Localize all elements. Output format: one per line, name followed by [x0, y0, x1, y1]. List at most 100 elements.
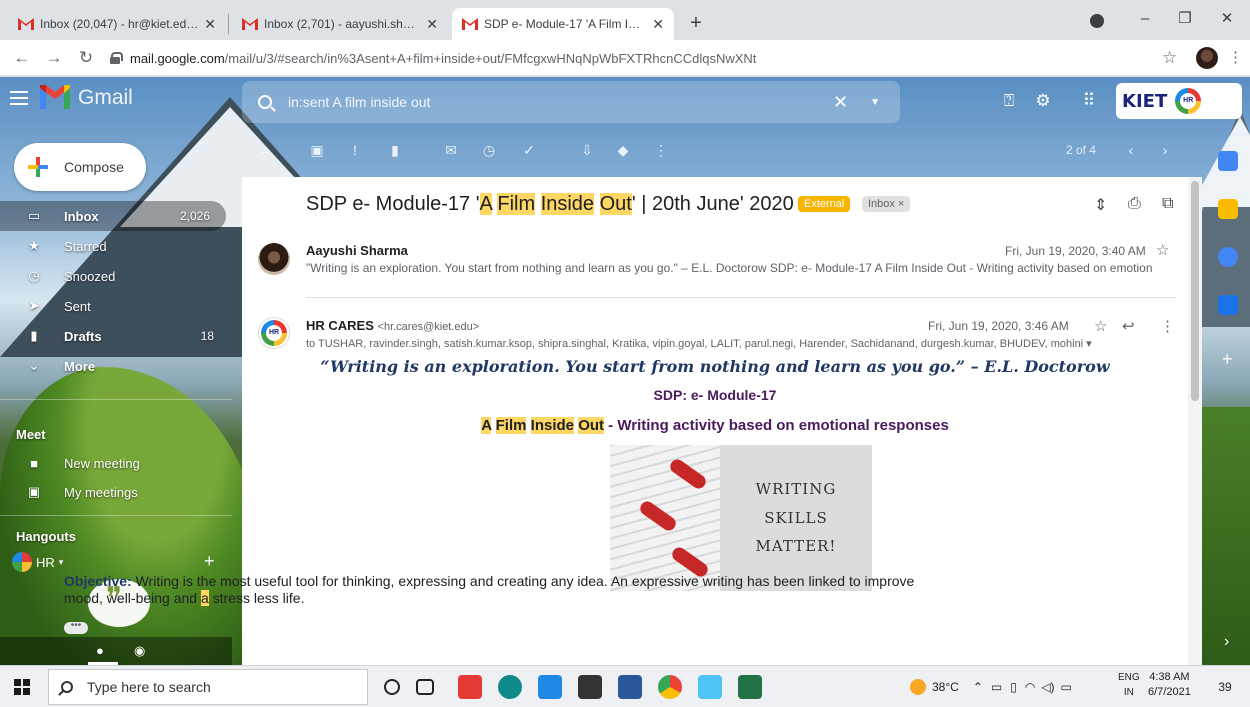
calendar-icon[interactable] — [1218, 151, 1238, 171]
more-options-icon[interactable]: ⋮ — [1160, 317, 1175, 335]
inbox-label-badge[interactable]: Inbox × — [862, 196, 911, 212]
keep-icon[interactable] — [1218, 199, 1238, 219]
avatar[interactable]: HR — [258, 317, 290, 349]
device-icon[interactable]: ▯ — [1010, 680, 1017, 694]
store-icon[interactable] — [578, 675, 602, 699]
sender-name[interactable]: HR CARES — [306, 318, 374, 333]
mark-unread-icon[interactable]: ✉ — [442, 141, 460, 159]
search-bar[interactable]: in:sent A film inside out ✕ ▼ — [242, 81, 900, 123]
delete-icon[interactable]: ▮ — [386, 141, 404, 159]
person-icon[interactable]: ● — [96, 643, 104, 658]
open-in-new-window-icon[interactable]: ⧉ — [1162, 195, 1173, 213]
archive-icon[interactable]: ▣ — [308, 141, 326, 159]
notifications-icon[interactable]: 39 — [1214, 676, 1236, 698]
print-icon[interactable]: ⎙ — [1128, 195, 1141, 213]
message-snippet[interactable]: "Writing is an exploration. You start fr… — [306, 261, 1176, 275]
task-view-icon[interactable] — [416, 679, 434, 695]
battery-icon[interactable]: ▭ — [991, 680, 1002, 694]
search-options-icon[interactable]: ▼ — [870, 97, 880, 108]
chevron-up-icon[interactable]: ⌃ — [973, 680, 983, 694]
keyboard-icon[interactable]: ▭ — [1061, 680, 1072, 694]
sidebar-item-inbox[interactable]: ▭ Inbox 2,026 — [0, 201, 226, 231]
browser-menu-icon[interactable]: ⋮ — [1228, 48, 1243, 66]
close-tab-icon[interactable]: ✕ — [426, 16, 438, 33]
add-addon-icon[interactable]: + — [1222, 349, 1233, 370]
report-spam-icon[interactable]: ! — [346, 141, 364, 159]
weather-icon[interactable] — [910, 679, 926, 695]
wifi-icon[interactable]: ◠ — [1025, 680, 1035, 694]
sidebar-item-drafts[interactable]: ▮ Drafts 18 — [0, 321, 230, 351]
tasks-icon[interactable] — [1218, 247, 1238, 267]
chevron-left-icon[interactable]: ‹ — [1122, 141, 1140, 159]
contacts-icon[interactable] — [1218, 295, 1238, 315]
address-bar[interactable]: mail.google.com/mail/u/3/#search/in%3Ase… — [110, 44, 1190, 72]
excel-icon[interactable] — [738, 675, 762, 699]
reply-icon[interactable]: ↩ — [1122, 317, 1135, 335]
browser-tab-1[interactable]: Inbox (20,047) - hr@kiet.edu - KIET ✕ — [8, 8, 226, 40]
chat-bubble-icon[interactable]: ◉ — [134, 643, 145, 659]
scrollbar[interactable] — [1188, 177, 1202, 665]
sidebar-item-more[interactable]: ⌄ More — [0, 351, 230, 381]
scrollbar-thumb[interactable] — [1191, 181, 1199, 401]
more-options-icon[interactable]: ⋮ — [652, 141, 670, 159]
apps-grid-icon[interactable]: ⠿ — [1078, 91, 1100, 113]
volume-icon[interactable]: ◁) — [1041, 680, 1054, 694]
recipients-line[interactable]: to TUSHAR, ravinder.singh, satish.kumar.… — [306, 337, 1092, 350]
gmail-logo-icon[interactable] — [40, 85, 70, 109]
language-indicator[interactable]: ENG IN — [1118, 670, 1140, 700]
sender-name[interactable]: Aayushi Sharma — [306, 243, 408, 258]
compose-button[interactable]: Compose — [14, 143, 146, 191]
temperature-text[interactable]: 38°C — [932, 680, 959, 694]
taskbar-search-box[interactable]: Type here to search — [48, 669, 368, 705]
browser-tab-3-active[interactable]: SDP e- Module-17 'A Film Inside Out' ✕ — [452, 8, 674, 40]
minimize-icon[interactable]: – — [1130, 6, 1160, 34]
expand-all-icon[interactable]: ⇕ — [1094, 195, 1107, 215]
cortana-icon[interactable] — [384, 679, 400, 695]
sidebar-item-starred[interactable]: ★ Starred — [0, 231, 230, 261]
search-icon[interactable] — [258, 95, 272, 109]
snooze-icon[interactable]: ◷ — [480, 141, 498, 159]
search-input[interactable]: in:sent A film inside out — [288, 94, 833, 110]
mail-icon[interactable] — [538, 675, 562, 699]
label-icon[interactable]: ◆ — [614, 141, 632, 159]
show-trimmed-content-button[interactable]: ••• — [64, 621, 88, 634]
my-meetings-button[interactable]: ▣ My meetings — [0, 477, 230, 507]
back-arrow-icon[interactable]: ← — [10, 46, 34, 70]
writing-skills-poster-image[interactable]: WRITING SKILLS MATTER! — [610, 445, 872, 591]
app-icon[interactable] — [458, 675, 482, 699]
sidebar-item-sent[interactable]: ➤ Sent — [0, 291, 230, 321]
taskbar-clock[interactable]: 4:38 AM 6/7/2021 — [1148, 670, 1191, 700]
app-icon[interactable] — [698, 675, 722, 699]
profile-indicator-icon[interactable] — [1090, 14, 1104, 28]
windows-start-icon[interactable] — [14, 679, 30, 695]
star-icon[interactable]: ☆ — [1094, 317, 1107, 335]
back-arrow-icon[interactable]: ← — [256, 141, 274, 159]
forward-arrow-icon[interactable]: → — [42, 46, 66, 70]
main-menu-icon[interactable] — [10, 91, 28, 105]
new-meeting-button[interactable]: ■ New meeting — [0, 448, 230, 478]
new-tab-button[interactable]: + — [682, 10, 710, 38]
profile-avatar[interactable] — [1196, 47, 1218, 69]
settings-gear-icon[interactable]: ⚙ — [1032, 91, 1054, 113]
chevron-right-icon[interactable]: › — [1156, 141, 1174, 159]
close-tab-icon[interactable]: ✕ — [652, 16, 664, 33]
sidebar-item-snoozed[interactable]: ◷ Snoozed — [0, 261, 230, 291]
move-to-icon[interactable]: ⇩ — [578, 141, 596, 159]
word-icon[interactable] — [618, 675, 642, 699]
reload-icon[interactable]: ↻ — [74, 46, 98, 70]
edge-icon[interactable] — [498, 675, 522, 699]
close-tab-icon[interactable]: ✕ — [204, 16, 216, 33]
clear-search-icon[interactable]: ✕ — [833, 92, 848, 113]
browser-tab-2[interactable]: Inbox (2,701) - aayushi.sharma@kiet.edu … — [232, 8, 448, 40]
help-icon[interactable]: ⍰ — [998, 91, 1020, 113]
restore-icon[interactable]: ❐ — [1170, 6, 1200, 34]
organization-logo[interactable]: KIET HR — [1116, 83, 1242, 119]
chevron-right-icon[interactable]: › — [1224, 633, 1229, 651]
avatar[interactable] — [258, 243, 290, 275]
bookmark-star-icon[interactable]: ☆ — [1162, 48, 1177, 68]
star-icon[interactable]: ☆ — [1156, 241, 1169, 259]
add-hangout-icon[interactable]: + — [204, 551, 215, 572]
add-task-icon[interactable]: ✓ — [520, 141, 538, 159]
chrome-icon[interactable] — [658, 675, 682, 699]
hangouts-user[interactable]: HR ▾ — [12, 552, 63, 572]
